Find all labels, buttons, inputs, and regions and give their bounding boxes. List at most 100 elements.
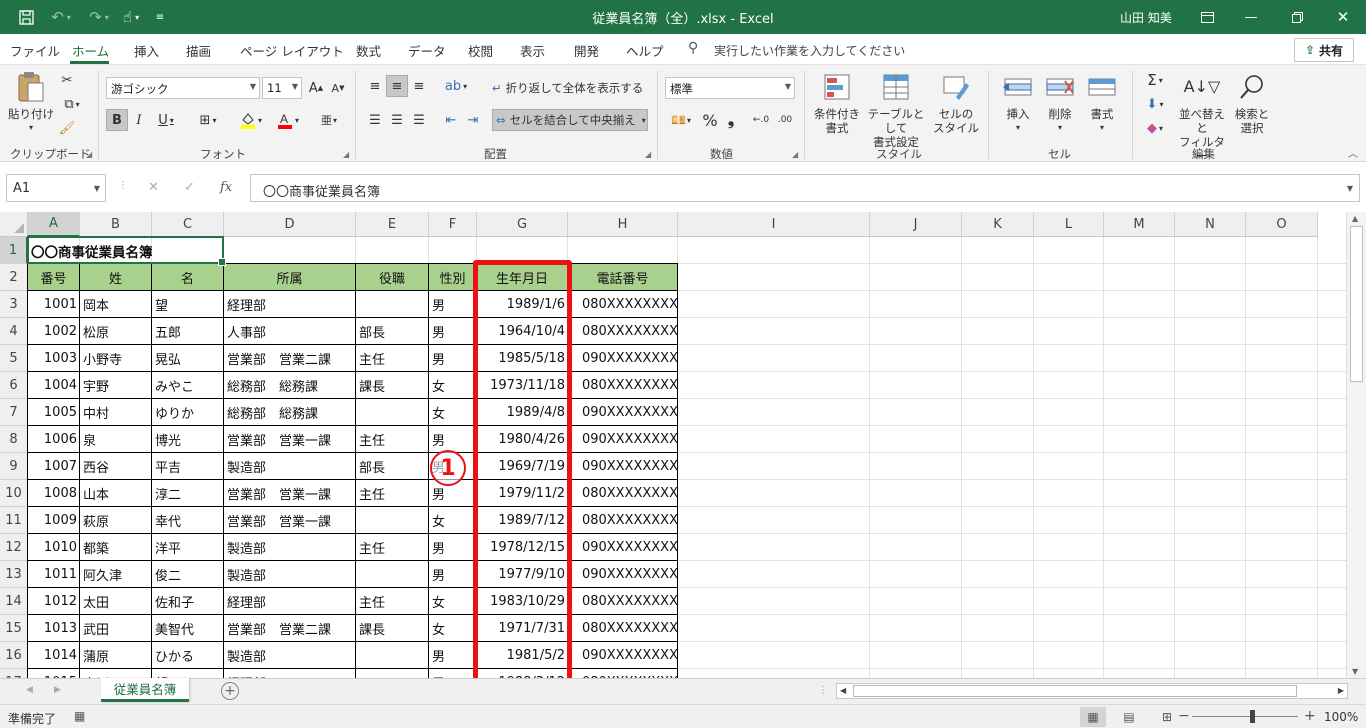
table-cell[interactable]: 090XXXXXXXX [568, 453, 678, 480]
increase-indent-icon[interactable]: ⇥ [462, 109, 484, 131]
table-cell[interactable]: 製造部 [224, 561, 356, 588]
table-cell[interactable]: 男 [429, 561, 477, 588]
table-cell[interactable]: 男 [429, 291, 477, 318]
table-cell[interactable]: 女 [429, 588, 477, 615]
column-header-n[interactable]: N [1175, 212, 1246, 237]
orientation-icon[interactable]: ab ▾ [440, 75, 472, 97]
row-header[interactable]: 1 [0, 237, 28, 264]
conditional-format-button[interactable]: 条件付き 書式 [812, 71, 862, 135]
customize-toolbar-icon[interactable]: ≡ [152, 6, 168, 28]
table-cell[interactable]: 総務部 総務課 [224, 372, 356, 399]
table-cell[interactable]: 経理部 [224, 291, 356, 318]
column-header-l[interactable]: L [1034, 212, 1104, 237]
fill-color-icon[interactable]: ▾ [234, 109, 268, 131]
table-cell[interactable]: 1009 [28, 507, 80, 534]
clear-icon[interactable]: ◆ ▾ [1140, 117, 1170, 139]
tab-developer[interactable]: 開発 [574, 41, 599, 60]
sheet-title-cell[interactable]: 〇〇商事従業員名簿 [28, 237, 268, 264]
table-cell[interactable]: 080XXXXXXXX [568, 507, 678, 534]
vertical-scroll-thumb[interactable] [1350, 226, 1363, 382]
collapse-ribbon-icon[interactable]: ︿ [1344, 141, 1362, 163]
normal-view-icon[interactable]: ▦ [1080, 707, 1106, 727]
table-cell[interactable]: 1978/12/15 [477, 534, 568, 561]
tab-draw[interactable]: 描画 [186, 41, 211, 60]
table-cell[interactable] [356, 399, 429, 426]
table-cell[interactable]: 晃弘 [152, 345, 224, 372]
row-header[interactable]: 15 [0, 615, 28, 642]
table-cell[interactable]: 主任 [356, 534, 429, 561]
column-header-c[interactable]: C [152, 212, 224, 237]
alignment-launcher-icon[interactable]: ◢ [645, 150, 651, 159]
percent-icon[interactable]: % [700, 109, 720, 131]
header-cell[interactable]: 姓 [80, 264, 152, 291]
table-cell[interactable] [356, 642, 429, 669]
table-cell[interactable]: 080XXXXXXXX [568, 588, 678, 615]
table-cell[interactable]: 1003 [28, 345, 80, 372]
table-cell[interactable]: 営業部 営業二課 [224, 345, 356, 372]
table-cell[interactable]: 1002 [28, 318, 80, 345]
header-cell[interactable]: 名 [152, 264, 224, 291]
select-all-corner[interactable] [0, 212, 28, 237]
table-cell[interactable]: 望 [152, 291, 224, 318]
tab-view[interactable]: 表示 [520, 41, 545, 60]
table-cell[interactable]: 090XXXXXXXX [568, 642, 678, 669]
table-cell[interactable]: 経理部 [224, 588, 356, 615]
table-cell[interactable]: 営業部 営業二課 [224, 615, 356, 642]
vertical-scrollbar[interactable]: ▲ ▼ [1346, 212, 1366, 678]
table-cell[interactable]: 中村 [80, 399, 152, 426]
tell-me-input[interactable]: 実行したい作業を入力してください [714, 42, 905, 59]
fill-icon[interactable]: ⬇ ▾ [1140, 93, 1170, 115]
header-cell[interactable]: 性別 [429, 264, 477, 291]
row-header[interactable]: 16 [0, 642, 28, 669]
row-header[interactable]: 6 [0, 372, 28, 399]
table-cell[interactable]: 1005 [28, 399, 80, 426]
number-launcher-icon[interactable]: ◢ [792, 150, 798, 159]
align-center-icon[interactable]: ☰ [386, 109, 408, 131]
table-cell[interactable]: 1012 [28, 588, 80, 615]
table-cell[interactable]: 1989/4/8 [477, 399, 568, 426]
table-cell[interactable]: 080XXXXXXXX [568, 291, 678, 318]
header-cell[interactable]: 生年月日 [477, 264, 568, 291]
table-cell[interactable]: 男 [429, 426, 477, 453]
increase-decimal-icon[interactable]: ←.0 [750, 109, 772, 131]
grow-font-button[interactable]: A ▲ [306, 77, 326, 99]
table-cell[interactable]: 泉 [80, 426, 152, 453]
table-cell[interactable]: 望 [152, 669, 224, 678]
table-cell[interactable]: 1013 [28, 615, 80, 642]
insert-function-icon[interactable]: fx [220, 180, 232, 195]
undo-icon[interactable]: ↶ ▾ [46, 6, 76, 28]
tab-insert[interactable]: 挿入 [134, 41, 159, 60]
table-cell[interactable]: 萩原 [80, 507, 152, 534]
prev-sheet-icon[interactable]: ◀ [26, 685, 33, 695]
bold-button[interactable]: B [106, 109, 128, 131]
table-cell[interactable]: 1006 [28, 426, 80, 453]
table-cell[interactable]: 1011 [28, 561, 80, 588]
row-header[interactable]: 2 [0, 264, 28, 291]
close-icon[interactable]: ✕ [1320, 4, 1366, 30]
table-cell[interactable]: 都築 [80, 534, 152, 561]
save-icon[interactable] [14, 6, 38, 28]
table-cell[interactable]: 男 [429, 642, 477, 669]
share-button[interactable]: ⇪ 共有 [1294, 38, 1354, 62]
table-cell[interactable]: 山本 [80, 480, 152, 507]
table-cell[interactable]: 090XXXXXXXX [568, 534, 678, 561]
table-cell[interactable]: 男 [429, 318, 477, 345]
ribbon-display-icon[interactable] [1184, 4, 1230, 30]
table-cell[interactable]: 製造部 [224, 453, 356, 480]
tab-help[interactable]: ヘルプ [626, 41, 664, 60]
table-cell[interactable]: 平吉 [152, 453, 224, 480]
table-cell[interactable]: 女 [429, 615, 477, 642]
table-cell[interactable]: 090XXXXXXXX [568, 426, 678, 453]
scroll-right-icon[interactable]: ▶ [1338, 686, 1344, 695]
column-header-f[interactable]: F [429, 212, 477, 237]
formula-input[interactable]: 〇〇商事従業員名簿 ▼ [250, 174, 1360, 202]
table-cell[interactable]: 幸代 [152, 507, 224, 534]
row-header[interactable]: 13 [0, 561, 28, 588]
table-cell[interactable]: 課長 [356, 372, 429, 399]
table-cell[interactable]: 武田 [80, 615, 152, 642]
table-cell[interactable]: 080XXXXXXXX [568, 480, 678, 507]
table-cell[interactable]: 小野寺 [80, 345, 152, 372]
table-cell[interactable]: 1980/4/26 [477, 426, 568, 453]
align-middle-icon[interactable]: ≡ [386, 75, 408, 97]
header-cell[interactable]: 電話番号 [568, 264, 678, 291]
